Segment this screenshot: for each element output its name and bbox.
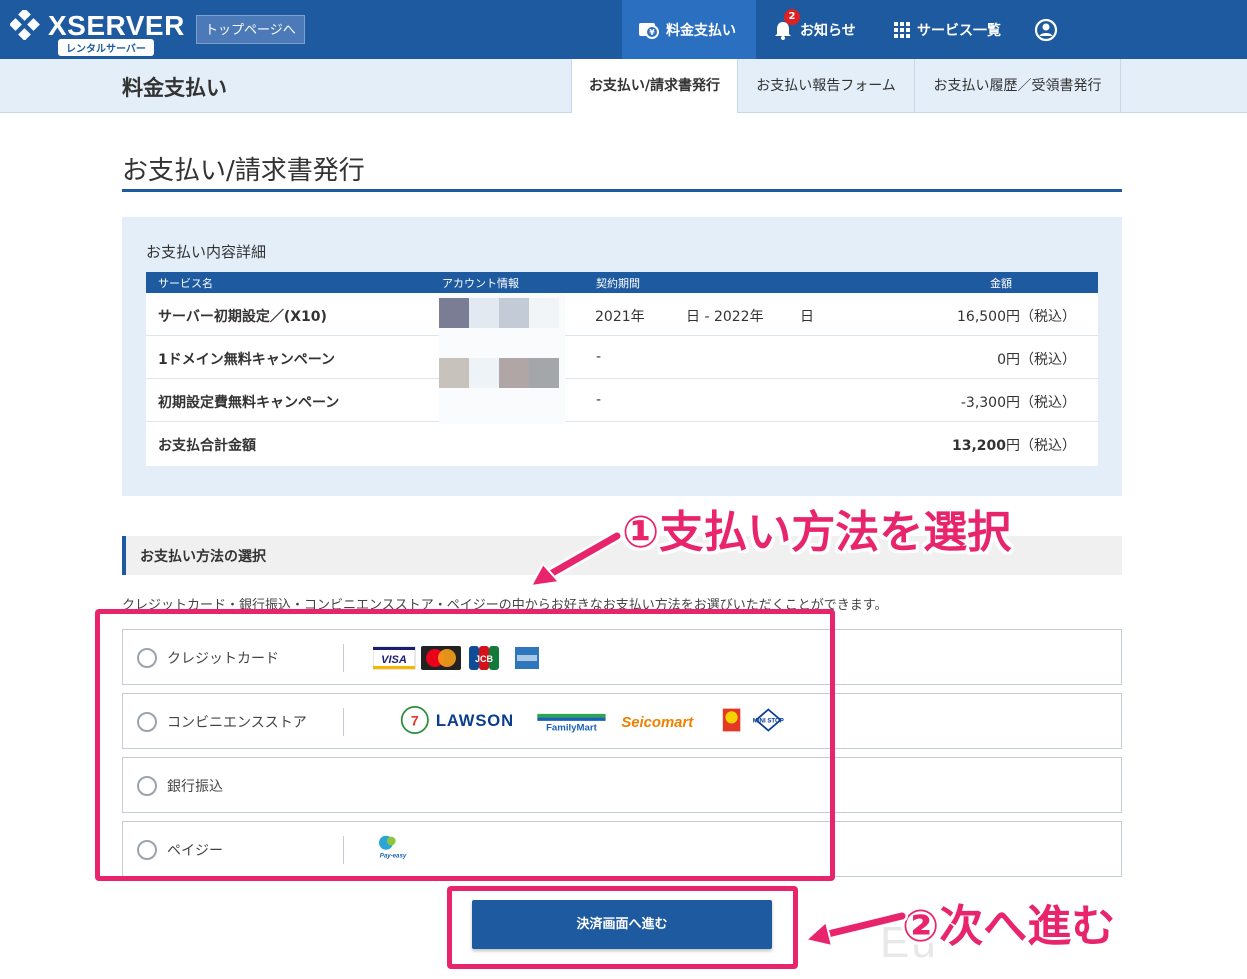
arrow-to-options-icon <box>529 530 623 588</box>
row-amount: 16,500円（税込） <box>957 309 1076 325</box>
top-page-link[interactable]: トップページへ <box>196 15 305 44</box>
sub-header: 料金支払い お支払い/請求書発行 お支払い報告フォーム お支払い履歴／受領書発行 <box>0 59 1247 113</box>
section-title: 料金支払い <box>122 76 227 100</box>
row-period: - <box>596 349 602 365</box>
tab-payment-invoice[interactable]: お支払い/請求書発行 <box>571 59 737 113</box>
yen-card-icon: ¥ <box>639 22 659 39</box>
account-info-blur <box>439 293 565 424</box>
nav-services[interactable]: サービス一覧 <box>893 0 1001 59</box>
nav-notice-label: お知らせ <box>800 22 856 39</box>
top-navbar: XSERVER レンタルサーバー トップページへ ¥ 料金支払い 2 お知らせ … <box>0 0 1247 59</box>
table-row: サーバー初期設定／(X10) 2021年 日 - 2022年 日 16,500円… <box>146 293 1098 336</box>
table-row: 1ドメイン無料キャンペーン - 0円（税込） <box>146 336 1098 379</box>
xserver-logo[interactable]: XSERVER レンタルサーバー <box>8 6 188 56</box>
brand-name: XSERVER <box>48 10 185 41</box>
row-period: 2021年 <box>595 309 645 325</box>
arrow-to-button-icon <box>803 910 908 948</box>
payment-details-box: お支払い内容詳細 サービス名 アカウント情報 契約期間 金額 サーバー初期設定／… <box>122 217 1122 496</box>
tab-payment-report[interactable]: お支払い報告フォーム <box>737 59 914 113</box>
highlight-payment-options <box>95 609 835 881</box>
row-period-mid: 日 - 2022年 <box>686 309 764 325</box>
total-suffix: 円（税込） <box>1006 438 1076 454</box>
header-account: アカウント情報 <box>442 277 519 290</box>
diamond-logo-icon <box>10 10 40 40</box>
highlight-submit-button <box>447 886 798 969</box>
row-period-end: 日 <box>800 309 814 325</box>
payment-details-table: サービス名 アカウント情報 契約期間 金額 サーバー初期設定／(X10) 202… <box>146 272 1098 466</box>
annotation-next: ②次へ進む <box>902 901 1116 952</box>
tab-payment-history[interactable]: お支払い履歴／受領書発行 <box>914 59 1121 113</box>
total-value: 13,200 <box>951 438 1006 454</box>
row-service-name: 初期設定費無料キャンペーン <box>158 395 340 411</box>
header-service: サービス名 <box>158 277 213 290</box>
notice-badge: 2 <box>784 9 800 25</box>
method-heading-text: お支払い方法の選択 <box>140 549 266 565</box>
page-title: お支払い/請求書発行 <box>122 156 365 186</box>
total-amount: 13,200円（税込） <box>952 435 1076 455</box>
row-service-name: 1ドメイン無料キャンペーン <box>158 352 336 368</box>
user-account-icon[interactable] <box>1034 18 1058 42</box>
total-label: お支払合計金額 <box>158 438 256 454</box>
nav-services-label: サービス一覧 <box>917 22 1001 39</box>
title-underline <box>122 189 1122 192</box>
row-amount: 0円（税込） <box>997 352 1076 368</box>
table-header: サービス名 アカウント情報 契約期間 金額 <box>146 272 1098 293</box>
row-service-name: サーバー初期設定／(X10) <box>158 309 327 325</box>
nav-billing[interactable]: ¥ 料金支払い <box>638 0 736 59</box>
header-amount: 金額 <box>990 277 1012 290</box>
brand-sub: レンタルサーバー <box>58 39 154 56</box>
svg-text:¥: ¥ <box>649 28 655 37</box>
row-period: - <box>596 392 602 408</box>
annotation-select-method: ①支払い方法を選択 <box>622 507 1012 558</box>
nav-billing-label: 料金支払い <box>666 22 736 39</box>
row-amount: -3,300円（税込） <box>960 395 1076 411</box>
nav-notice[interactable]: 2 お知らせ <box>772 0 856 59</box>
header-period: 契約期間 <box>596 277 640 290</box>
table-row: 初期設定費無料キャンペーン - -3,300円（税込） <box>146 379 1098 422</box>
table-total-row: お支払合計金額 13,200円（税込） <box>146 422 1098 466</box>
details-title: お支払い内容詳細 <box>146 243 267 261</box>
grid-icon <box>894 21 910 38</box>
